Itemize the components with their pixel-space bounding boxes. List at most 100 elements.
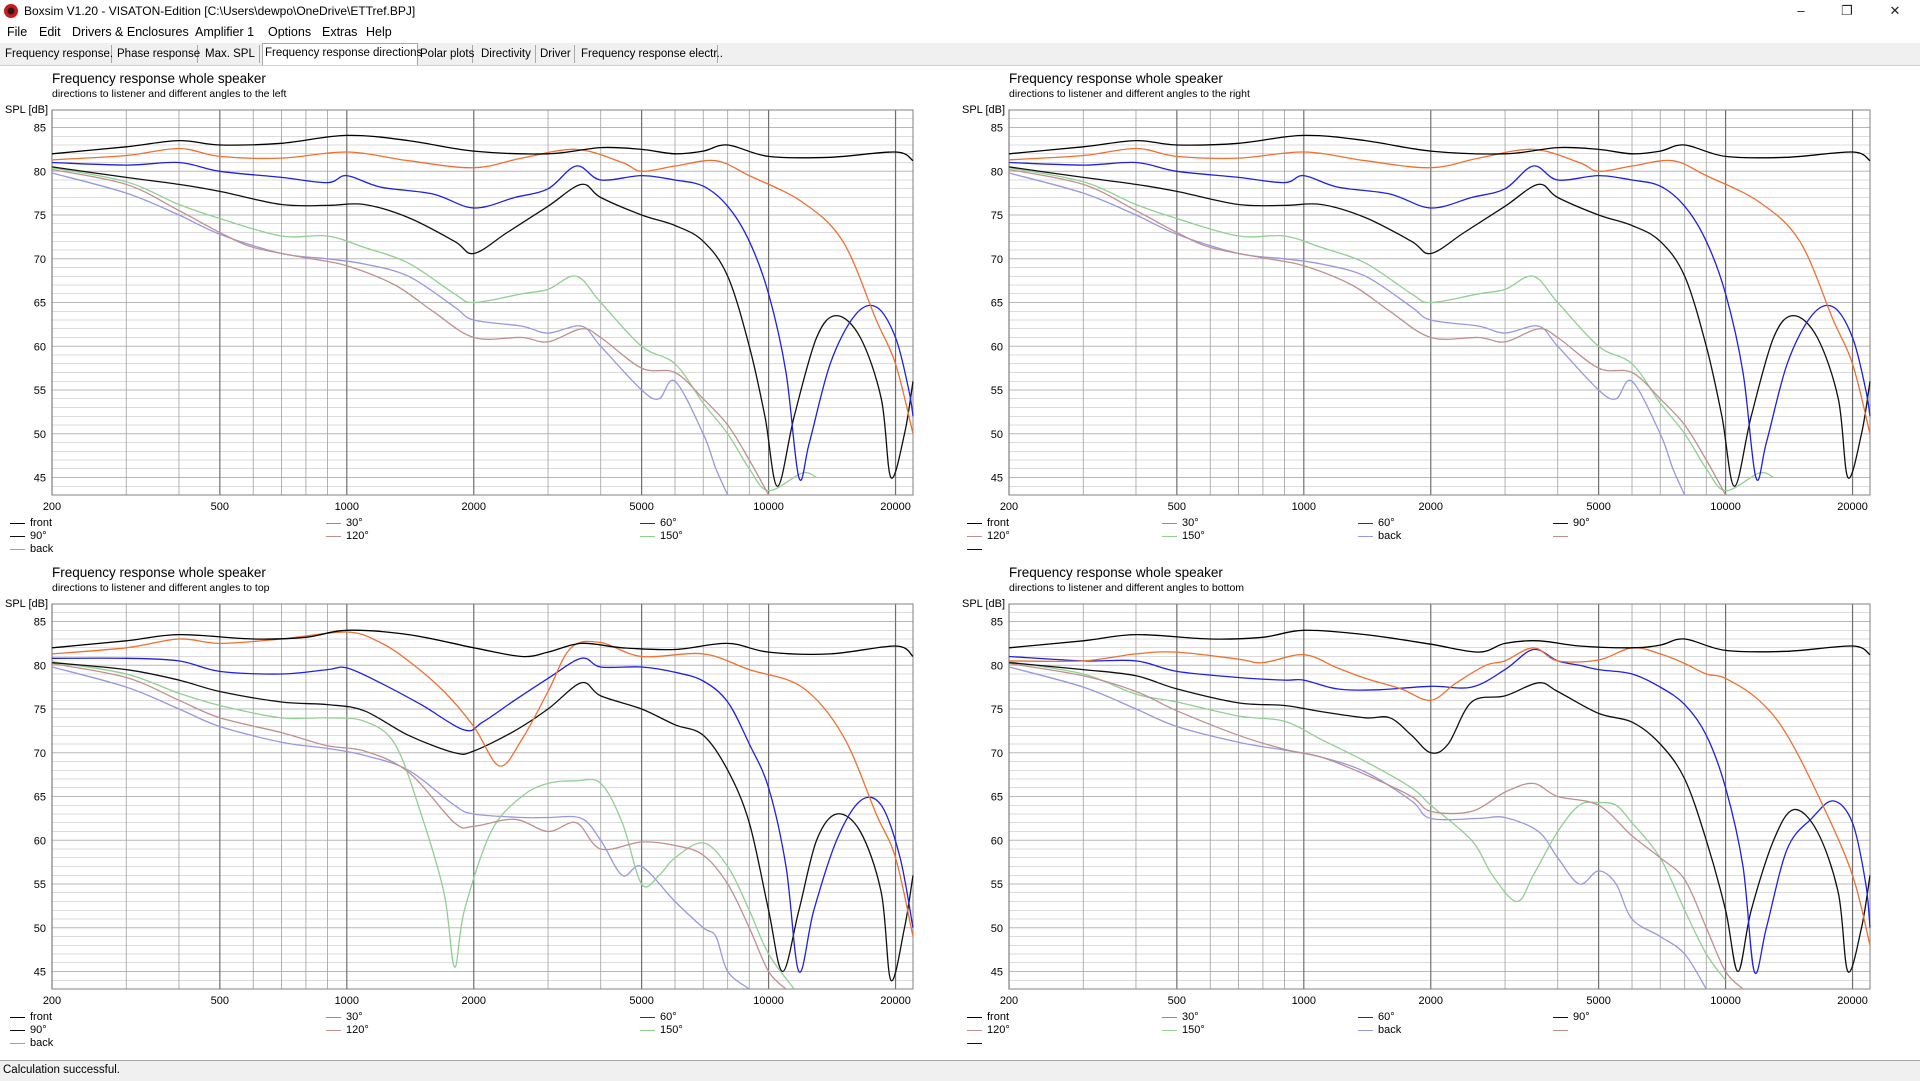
legend-label: back	[30, 1037, 54, 1049]
tab-phase-response[interactable]: Phase response	[117, 45, 200, 63]
plot-subtitle: directions to listener and different ang…	[52, 88, 287, 100]
plot-subtitle: directions to listener and different ang…	[1009, 88, 1250, 100]
y-tick-label: 45	[34, 473, 46, 485]
legend-swatch	[640, 522, 655, 524]
legend-swatch	[326, 1016, 341, 1018]
legend-swatch	[1358, 1016, 1373, 1018]
legend-label: back	[1378, 1024, 1402, 1036]
x-tick-label: 1000	[1292, 501, 1316, 513]
series-line-30	[1009, 147, 1871, 434]
tab-frequency-response-directions[interactable]: Frequency response directions	[262, 43, 422, 65]
legend-item: 120°	[326, 1024, 369, 1036]
y-axis-label: SPL [dB]	[962, 598, 1006, 610]
menu-extras[interactable]: Extras	[322, 25, 357, 39]
legend-swatch	[967, 1016, 982, 1018]
x-tick-label: 500	[211, 501, 229, 513]
legend-swatch	[967, 1042, 982, 1044]
legend-label: 120°	[987, 1024, 1010, 1036]
y-tick-label: 55	[991, 879, 1003, 891]
grid	[51, 109, 913, 496]
y-axis-label: SPL [dB]	[5, 104, 49, 116]
window-title: Boxsim V1.20 - VISATON-Edition [C:\Users…	[24, 4, 416, 18]
y-tick-label: 50	[34, 923, 46, 935]
legend-label: 150°	[1182, 1024, 1205, 1036]
legend-label: 30°	[1182, 517, 1199, 529]
legend-swatch	[640, 535, 655, 537]
tab-driver[interactable]: Driver	[540, 45, 575, 63]
legend-item: 90°	[10, 1024, 47, 1036]
tab-directivity[interactable]: Directivity	[481, 45, 536, 63]
legend-swatch	[1358, 1029, 1373, 1031]
restore-button[interactable]: ❐	[1824, 0, 1870, 22]
y-tick-label: 50	[991, 429, 1003, 441]
legend-label: 90°	[1573, 517, 1590, 529]
frequency-response-chart: 45 50 55 60 65 70 75 80 85 200 500 1000 2000 5000 1000…	[991, 603, 1871, 1007]
x-tick-label: 20000	[880, 995, 911, 1007]
x-tick-label: 1000	[335, 501, 359, 513]
x-tick-label: 2000	[1419, 501, 1443, 513]
legend-item: back	[1358, 530, 1401, 542]
series-line-150	[52, 167, 817, 492]
x-tick-label: 200	[43, 501, 61, 513]
menu-help[interactable]: Help	[366, 25, 392, 39]
frequency-response-chart: 45 50 55 60 65 70 75 80 85 200 500 1000 2000 5000 1000…	[991, 109, 1871, 513]
legend-swatch	[640, 1016, 655, 1018]
y-tick-label: 85	[34, 617, 46, 629]
legend-swatch	[640, 1029, 655, 1031]
legend-item: 90°	[1553, 517, 1590, 529]
series-line-back	[1009, 172, 1686, 495]
legend-label: 30°	[346, 517, 363, 529]
legend-swatch	[326, 522, 341, 524]
legend-swatch	[1162, 1029, 1177, 1031]
y-tick-label: 75	[34, 704, 46, 716]
tab-frequency-response[interactable]: Frequency response.	[5, 45, 113, 63]
legend-item: front	[967, 1011, 1009, 1023]
legend-item: back	[10, 543, 53, 555]
series-line-150	[1009, 167, 1774, 492]
menu-drivers-enclosures[interactable]: Drivers & Enclosures	[72, 25, 189, 39]
legend-swatch	[1358, 522, 1373, 524]
legend-label: 90°	[1573, 1011, 1590, 1023]
x-tick-label: 1000	[1292, 995, 1316, 1007]
legend-item: 60°	[640, 517, 677, 529]
plot-panel-left: 45 50 55 60 65 70 75 80 85 200 500 1000 2000 5000 1000…	[0, 66, 958, 560]
y-axis-label: SPL [dB]	[962, 104, 1006, 116]
y-axis-label: SPL [dB]	[5, 598, 49, 610]
legend-label: front	[987, 517, 1010, 529]
menu-bar: File Edit Drivers & Enclosures Amplifier…	[0, 22, 1920, 43]
menu-amplifier[interactable]: Amplifier 1	[195, 25, 254, 39]
legend-swatch	[10, 1029, 25, 1031]
y-tick-label: 60	[34, 341, 46, 353]
legend-swatch	[1553, 522, 1568, 524]
series-line-60	[1009, 648, 1871, 975]
tab-polar-plots[interactable]: Polar plots	[420, 45, 474, 63]
x-tick-label: 2000	[1419, 995, 1443, 1007]
legend-label: front	[30, 517, 53, 529]
x-tick-label: 10000	[753, 995, 784, 1007]
legend-swatch	[1162, 535, 1177, 537]
legend-swatch	[326, 1029, 341, 1031]
series-line-30	[52, 631, 914, 937]
x-tick-label: 10000	[1710, 995, 1741, 1007]
plots-area: 45 50 55 60 65 70 75 80 85 200 500 1000 2000 5000 1000…	[0, 66, 1920, 1060]
tab-frequency-response-electrical[interactable]: Frequency response electr..	[581, 45, 723, 63]
title-bar: Boxsim V1.20 - VISATON-Edition [C:\Users…	[0, 0, 1920, 23]
legend-swatch	[967, 1029, 982, 1031]
menu-file[interactable]: File	[7, 25, 27, 39]
legend-label: 150°	[1182, 530, 1205, 542]
plot-subtitle: directions to listener and different ang…	[52, 582, 270, 594]
minimize-button[interactable]: –	[1778, 0, 1824, 22]
y-tick-label: 85	[991, 123, 1003, 135]
legend-item: 30°	[326, 1011, 363, 1023]
x-tick-label: 20000	[880, 501, 911, 513]
y-tick-label: 85	[991, 617, 1003, 629]
legend-item: 120°	[967, 530, 1010, 542]
series-line-front	[52, 629, 914, 658]
y-tick-label: 70	[34, 254, 46, 266]
close-button[interactable]: ✕	[1872, 0, 1918, 22]
tab-max-spl[interactable]: Max. SPL	[205, 45, 260, 63]
legend-item: 60°	[640, 1011, 677, 1023]
menu-edit[interactable]: Edit	[39, 25, 61, 39]
menu-options[interactable]: Options	[268, 25, 311, 39]
legend-swatch	[1553, 535, 1568, 537]
